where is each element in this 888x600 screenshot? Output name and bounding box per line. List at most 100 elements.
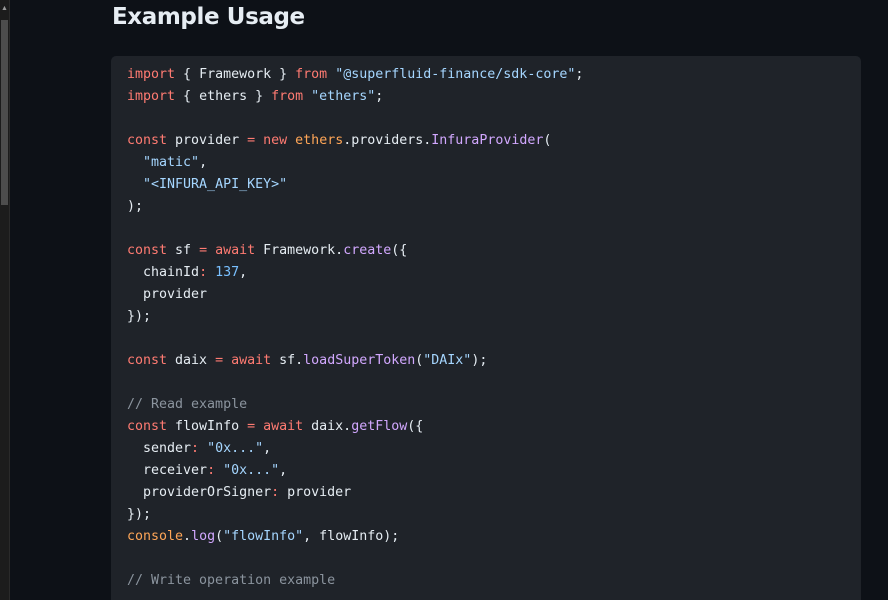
code-token: chainId [127, 265, 200, 280]
code-line: provider [127, 284, 583, 306]
code-line: const sf = await Framework.create({ [127, 240, 583, 262]
code-token: ; [575, 67, 584, 82]
code-token: "@superfluid-finance/sdk-core" [335, 67, 576, 82]
scroll-up-arrow-icon[interactable]: ▲ [0, 0, 9, 18]
code-token: provider [127, 287, 208, 302]
code-block: import { Framework } from "@superfluid-f… [111, 56, 861, 600]
scrollbar-divider [9, 0, 10, 600]
scrollbar-thumb[interactable] [1, 20, 8, 205]
code-line: }); [127, 306, 583, 328]
code-token: daix. [303, 419, 352, 434]
code-token: // Read example [127, 397, 248, 412]
code-token: log [191, 529, 216, 544]
code-token: providerOrSigner [127, 485, 272, 500]
code-token: Framework. [255, 243, 344, 258]
code-token: // Write operation example [127, 573, 336, 588]
code-token: create [343, 243, 392, 258]
code-token: ({ [407, 419, 424, 434]
code-token: "0x..." [223, 463, 280, 478]
code-token: , [239, 265, 248, 280]
code-token: receiver [127, 463, 208, 478]
code-line: const flowInfo = await daix.getFlow({ [127, 416, 583, 438]
code-token: await [215, 243, 256, 258]
code-token: const [127, 133, 168, 148]
code-token: : [271, 485, 280, 500]
code-token: from [271, 89, 304, 104]
code-line: const daix = await sf.loadSuperToken("DA… [127, 350, 583, 372]
code-token: flowInfo [167, 419, 248, 434]
code-token: . [183, 529, 192, 544]
code-token: provider [279, 485, 352, 500]
code-token: , flowInfo); [303, 529, 400, 544]
code-line: import { ethers } from "ethers"; [127, 86, 583, 108]
code-line: import { Framework } from "@superfluid-f… [127, 64, 583, 86]
code-token: }); [127, 309, 152, 324]
code-token: loadSuperToken [303, 353, 416, 368]
code-token: , [263, 441, 272, 456]
code-token: , [199, 155, 208, 170]
code-line: "matic", [127, 152, 583, 174]
code-line: "<INFURA_API_KEY>" [127, 174, 583, 196]
code-token: "flowInfo" [223, 529, 304, 544]
code-token: ( [543, 133, 552, 148]
code-token: .providers. [343, 133, 432, 148]
code-token: : [191, 441, 200, 456]
code-token: ({ [391, 243, 408, 258]
vertical-scrollbar[interactable]: ▲ [0, 0, 9, 600]
code-token: await [231, 353, 272, 368]
code-line: // Read example [127, 394, 583, 416]
code-token: }); [127, 507, 152, 522]
code-token: const [127, 419, 168, 434]
code-token: InfuraProvider [431, 133, 544, 148]
code-token: ethers [295, 133, 344, 148]
code-token: "matic" [143, 155, 200, 170]
code-listing: import { Framework } from "@superfluid-f… [127, 64, 583, 592]
code-token: 137 [215, 265, 240, 280]
code-token: sf [167, 243, 200, 258]
code-token: = [199, 243, 208, 258]
code-line: const provider = new ethers.providers.In… [127, 130, 583, 152]
code-token: import [127, 89, 176, 104]
code-line: // Write operation example [127, 570, 583, 592]
code-line: }); [127, 504, 583, 526]
code-token: daix [167, 353, 216, 368]
code-token: ); [471, 353, 488, 368]
code-line: console.log("flowInfo", flowInfo); [127, 526, 583, 548]
code-token: provider [167, 133, 248, 148]
code-token: = [247, 133, 256, 148]
code-token: from [295, 67, 328, 82]
code-token: "<INFURA_API_KEY>" [143, 177, 288, 192]
code-line: receiver: "0x...", [127, 460, 583, 482]
code-token: ); [127, 199, 144, 214]
code-token: ( [215, 529, 224, 544]
code-token: "DAIx" [423, 353, 472, 368]
code-token: sender [127, 441, 192, 456]
code-token: { Framework } [175, 67, 296, 82]
code-token: { ethers } [175, 89, 272, 104]
code-token: "0x..." [207, 441, 264, 456]
code-token: = [215, 353, 224, 368]
code-token: console [127, 529, 184, 544]
code-token: const [127, 243, 168, 258]
code-line: providerOrSigner: provider [127, 482, 583, 504]
code-line: ); [127, 196, 583, 218]
code-token: new [263, 133, 288, 148]
code-token: , [279, 463, 288, 478]
